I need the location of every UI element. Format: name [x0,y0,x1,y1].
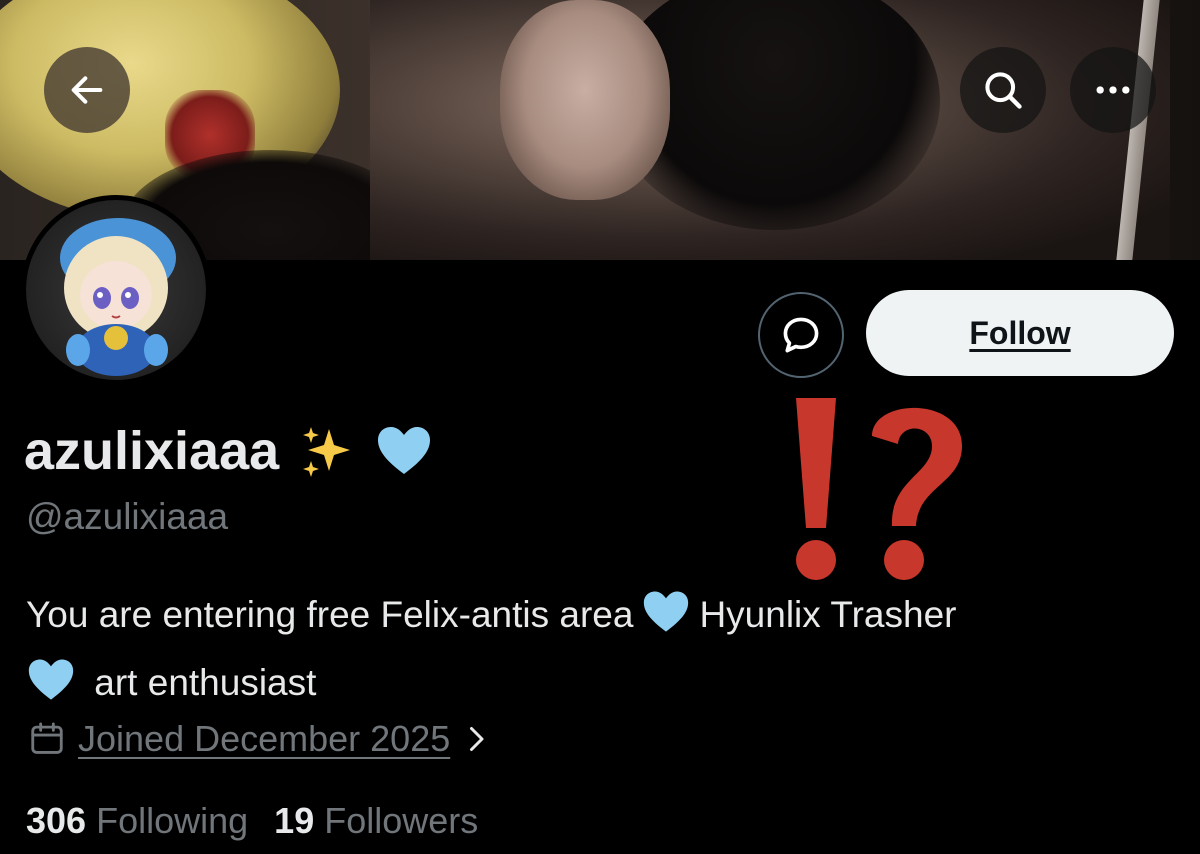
message-button[interactable] [758,292,844,378]
profile-bio: You are entering free Felix-antis area Hy… [26,585,1176,721]
more-horizontal-icon [1096,86,1130,94]
calendar-icon [31,722,63,754]
avatar-image [26,200,206,380]
exclamation-question-sticker [782,388,982,588]
chevron-right-icon [470,727,484,751]
following-count: 306 [26,800,87,841]
following-link[interactable]: 306 Following [26,800,248,842]
bio-text-3: art enthusiast [94,662,317,703]
user-handle: @azulixiaaa [26,496,229,537]
arrow-left-icon [71,76,103,104]
profile-avatar[interactable] [21,195,211,385]
blue-heart-emoji [375,424,433,478]
display-name-row: azulixiaaa [24,420,433,482]
bio-text-2: Hyunlix Trasher [699,594,957,635]
sparkles-emoji [299,423,355,479]
more-options-button[interactable] [1070,47,1156,133]
follow-stats: 306 Following 19 Followers [26,800,478,842]
followers-link[interactable]: 19 Followers [274,800,478,842]
display-name: azulixiaaa [24,421,280,481]
message-bubble-icon [783,317,819,353]
joined-date-link[interactable]: Joined December 2025 [28,718,490,760]
blue-heart-emoji [641,589,691,653]
search-button[interactable] [960,47,1046,133]
followers-label: Followers [324,800,479,841]
interrobang-icon [796,398,962,580]
follow-button[interactable]: Follow [866,290,1174,376]
avatar-figure [60,218,176,376]
back-button[interactable] [44,47,130,133]
joined-date[interactable]: Joined December 2025 [78,718,450,760]
banner-face [500,0,670,200]
following-label: Following [96,800,249,841]
blue-heart-emoji [26,657,76,721]
followers-count: 19 [274,800,315,841]
search-icon [985,72,1022,109]
bio-text-1: You are entering free Felix-antis area [26,594,634,635]
